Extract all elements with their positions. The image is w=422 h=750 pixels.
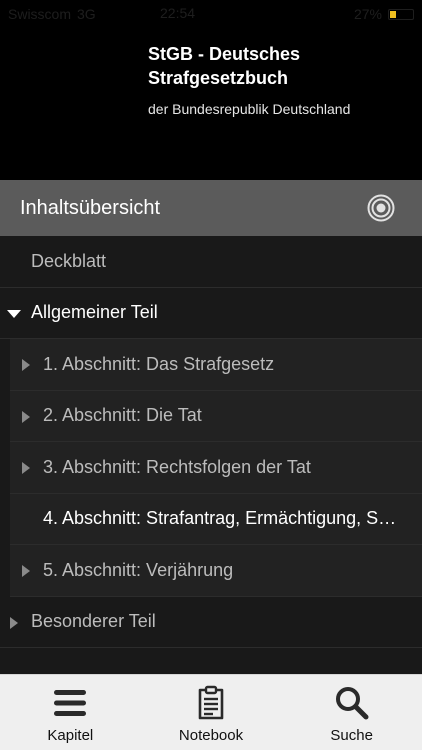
collapsed-arrow-icon — [22, 462, 30, 474]
tab-notebook[interactable]: Notebook — [141, 675, 282, 750]
list-item-abschnitt-1[interactable]: 1. Abschnitt: Das Strafgesetz — [10, 339, 422, 391]
list-item-label: 3. Abschnitt: Rechtsfolgen der Tat — [43, 456, 311, 477]
list-item-allgemeiner-teil[interactable]: Allgemeiner Teil — [0, 288, 422, 339]
tab-label: Suche — [330, 727, 373, 744]
toc-title: Inhaltsübersicht — [20, 196, 161, 219]
collapsed-arrow-icon — [10, 616, 18, 629]
list-item-label: 2. Abschnitt: Die Tat — [43, 405, 202, 426]
list-item-besonderer-teil[interactable]: Besonderer Teil — [0, 597, 422, 648]
tab-kapitel[interactable]: Kapitel — [0, 675, 141, 750]
app-header: StGB - Deutsches Strafgesetzbuch der Bun… — [0, 28, 422, 180]
list-item-abschnitt-4[interactable]: 4. Abschnitt: Strafantrag, Ermächtigung,… — [10, 493, 422, 545]
notebook-icon — [198, 685, 224, 720]
list-item-label: 4. Abschnitt: Strafantrag, Ermächtigung,… — [43, 508, 397, 529]
carrier-name: Swisscom — [8, 6, 72, 22]
collapsed-arrow-icon — [22, 565, 30, 577]
list-item-abschnitt-2[interactable]: 2. Abschnitt: Die Tat — [10, 390, 422, 442]
chapter-list: Deckblatt Allgemeiner Teil 1. Abschnitt:… — [0, 236, 422, 674]
list-item-label: 5. Abschnitt: Verjährung — [43, 559, 234, 580]
collapsed-arrow-icon — [22, 410, 30, 423]
battery-fill — [390, 10, 396, 18]
list-item-abschnitt-5[interactable]: 5. Abschnitt: Verjährung — [10, 545, 422, 597]
list-item-empty — [0, 648, 422, 674]
toc-header[interactable]: Inhaltsübersicht — [0, 180, 422, 236]
tab-label: Notebook — [178, 727, 244, 744]
tab-bar: Kapitel Notebook Suche — [0, 674, 422, 750]
network-type: 3G — [77, 6, 96, 22]
list-item-label: 1. Abschnitt: Das Strafgesetz — [43, 353, 275, 374]
app-subtitle: der Bundesrepublik Deutschland — [148, 101, 351, 117]
list-item-label: Allgemeiner Teil — [31, 302, 158, 323]
target-icon[interactable] — [366, 193, 396, 223]
list-item-label: Deckblatt — [31, 250, 107, 271]
list-item-abschnitt-3[interactable]: 3. Abschnitt: Rechtsfolgen der Tat — [10, 442, 422, 494]
collapsed-arrow-icon — [22, 359, 30, 371]
list-item-deckblatt[interactable]: Deckblatt — [0, 236, 422, 288]
list-item-label: Besonderer Teil — [31, 611, 156, 632]
status-bar: Swisscom 3G 22:54 27% — [0, 0, 422, 28]
app-title: StGB - Deutsches Strafgesetzbuch — [148, 44, 301, 88]
expanded-arrow-icon — [7, 309, 21, 318]
status-left: Swisscom 3G — [8, 6, 96, 22]
battery-icon — [388, 8, 414, 20]
search-icon — [335, 687, 369, 720]
status-right: 27% — [354, 6, 414, 22]
menu-icon — [54, 690, 87, 716]
tab-suche[interactable]: Suche — [281, 675, 422, 750]
status-time: 22:54 — [160, 5, 196, 21]
tab-label: Kapitel — [47, 727, 94, 744]
battery-percent: 27% — [353, 6, 382, 22]
